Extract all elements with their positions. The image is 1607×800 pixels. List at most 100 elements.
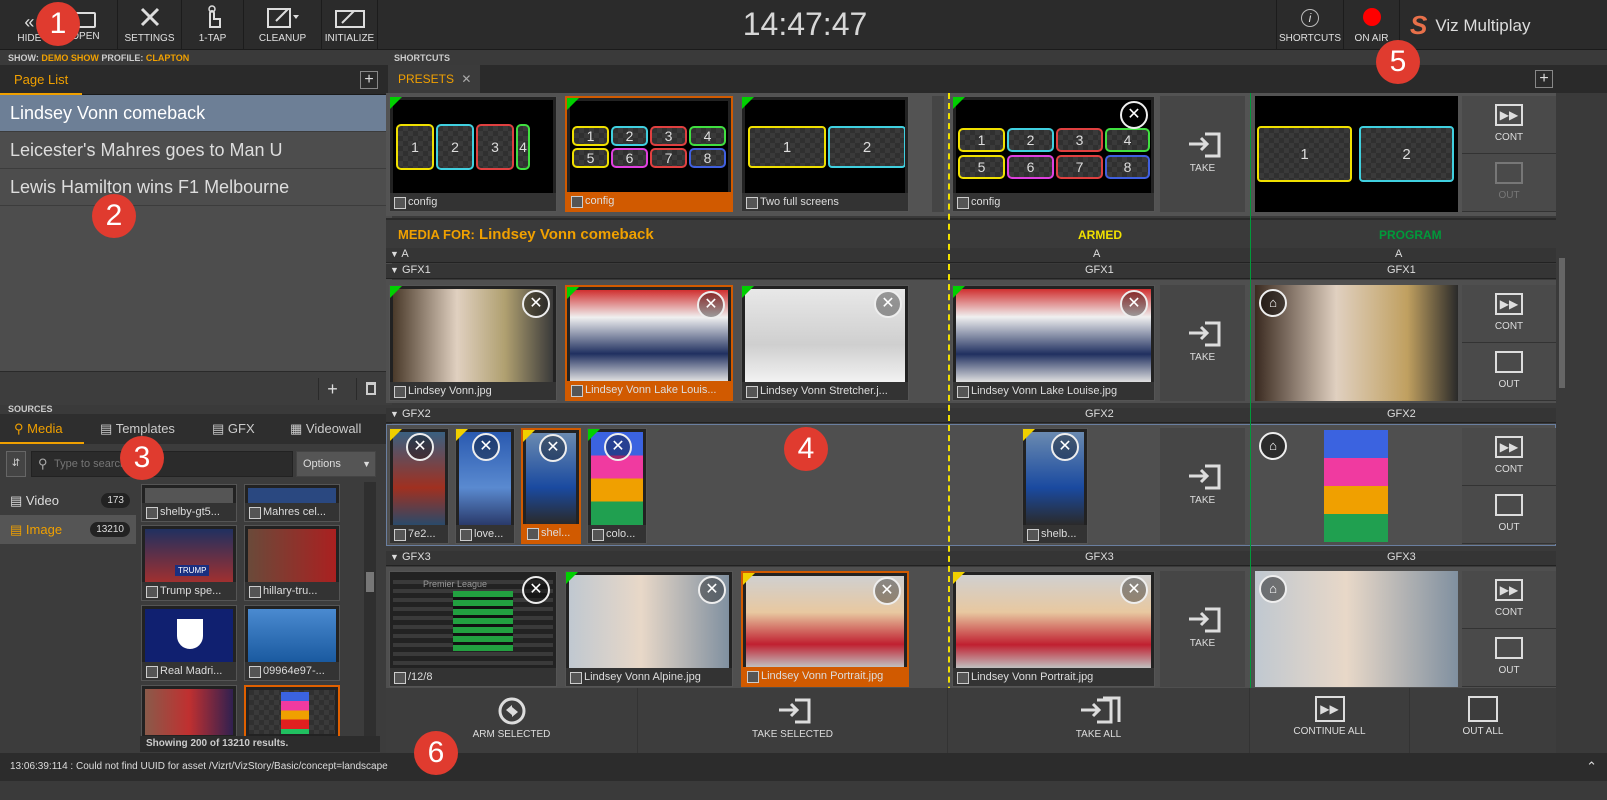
category-video[interactable]: ▤ Video 173 <box>0 486 136 515</box>
delete-button[interactable] <box>356 378 384 400</box>
page-item[interactable]: Lindsey Vonn comeback <box>0 95 392 132</box>
media-thumb[interactable]: shelby-gt5... <box>141 484 237 522</box>
close-icon[interactable]: ✕ <box>539 434 567 462</box>
take-button[interactable]: TAKE <box>1160 285 1245 401</box>
continue-button[interactable]: ▶▶ CONT <box>1462 285 1556 343</box>
media-thumb[interactable]: ✕ Lindsey Vonn.jpg <box>389 285 557 401</box>
lock-icon[interactable]: ⌂ <box>1259 289 1287 317</box>
sources-scrollbar[interactable] <box>364 482 376 736</box>
take-all-button[interactable]: TAKE ALL <box>948 688 1250 753</box>
add-tab-button[interactable]: + <box>1535 70 1553 88</box>
close-icon[interactable]: ✕ <box>1120 290 1148 318</box>
options-dropdown[interactable]: Options ▼ <box>296 451 376 477</box>
layer-a-header[interactable]: ▼ AAA <box>386 248 1556 263</box>
preset-thumb[interactable]: 1 2 Two full screens <box>741 96 909 212</box>
preset-thumb[interactable]: 1 2 3 4 config <box>389 96 557 212</box>
program-divider <box>1250 93 1251 753</box>
close-icon[interactable]: ✕ <box>698 576 726 604</box>
tab-page-list[interactable]: Page List <box>14 72 68 87</box>
continue-button[interactable]: ▶▶ CONT <box>1462 428 1556 486</box>
tab-media[interactable]: ⚲ Media <box>14 414 63 444</box>
close-icon[interactable]: ✕ <box>461 72 471 86</box>
film-icon: ▤ <box>10 493 23 508</box>
main-scrollbar[interactable] <box>1556 248 1568 688</box>
out-button[interactable]: OUT <box>1462 629 1556 687</box>
scroll-thumb[interactable] <box>1559 258 1565 388</box>
continue-button[interactable]: ▶▶ CONT <box>1462 571 1556 629</box>
armed-media[interactable]: ✕ Lindsey Vonn Portrait.jpg <box>952 571 1155 687</box>
cleanup-button[interactable]: CLEANUP <box>244 0 322 50</box>
out-button[interactable]: OUT <box>1462 343 1556 401</box>
continue-all-button[interactable]: ▶▶ CONTINUE ALL <box>1250 688 1410 753</box>
search-icon: ⚲ <box>38 456 48 471</box>
media-thumb[interactable]: hillary-tru... <box>244 525 340 601</box>
trash-icon <box>365 382 376 395</box>
status-bar: 13:06:39:114 : Could not find UUID for a… <box>0 753 1607 781</box>
close-icon[interactable]: ✕ <box>406 433 434 461</box>
lock-icon[interactable]: ⌂ <box>1259 575 1287 603</box>
sort-button[interactable]: ⇵ <box>6 451 26 477</box>
media-thumb[interactable]: ✕ Premier League/12/8 <box>389 571 557 687</box>
preset-thumb[interactable]: 1 2 3 4 5 6 7 8 config <box>565 96 733 212</box>
armed-media[interactable]: ✕ shelb... <box>1022 428 1088 544</box>
tab-presets[interactable]: PRESETS ✕ <box>388 65 480 93</box>
media-thumb[interactable]: Mahres cel... <box>244 484 340 522</box>
program-media <box>1324 430 1388 542</box>
gfx2-header[interactable]: ▼ GFX2 GFX2 GFX2 <box>386 408 1556 423</box>
gfx3-header[interactable]: ▼ GFX3 GFX3 GFX3 <box>386 551 1556 566</box>
page-item[interactable]: Lewis Hamilton wins F1 Melbourne <box>0 169 392 206</box>
close-icon[interactable]: ✕ <box>1120 101 1148 129</box>
settings-button[interactable]: SETTINGS <box>118 0 182 50</box>
media-thumb[interactable]: ✕ colo... <box>587 428 647 544</box>
close-icon[interactable]: ✕ <box>522 290 550 318</box>
take-button[interactable]: TAKE <box>1160 571 1245 687</box>
media-thumb[interactable]: Real Madri... <box>141 605 237 681</box>
tab-gfx[interactable]: ▤ GFX <box>212 414 255 444</box>
take-selected-button[interactable]: TAKE SELECTED <box>638 688 948 753</box>
close-icon[interactable]: ✕ <box>697 291 725 319</box>
presets-scrollbar[interactable] <box>932 96 944 212</box>
scroll-thumb[interactable] <box>366 572 374 592</box>
close-icon[interactable]: ✕ <box>873 577 901 605</box>
one-tap-button[interactable]: 1-TAP <box>182 0 244 50</box>
category-image[interactable]: ▤ Image 13210 <box>0 515 136 544</box>
close-icon[interactable]: ✕ <box>522 576 550 604</box>
tools-icon <box>140 7 159 27</box>
armed-preset[interactable]: ✕ 1 2 3 4 5 6 7 8 config <box>952 96 1155 212</box>
tab-videowall[interactable]: ▦ Videowall <box>290 414 361 444</box>
status-flag <box>742 97 754 109</box>
media-thumb[interactable]: ✕ 7e2... <box>389 428 449 544</box>
media-thumb[interactable]: ✕ Lindsey Vonn Stretcher.j... <box>741 285 909 401</box>
chevrons-up-icon[interactable]: ⌃ <box>1586 753 1597 781</box>
add-item-button[interactable]: + <box>318 378 346 400</box>
media-thumb[interactable]: ✕ love... <box>455 428 515 544</box>
lock-icon[interactable]: ⌂ <box>1259 432 1287 460</box>
media-thumb[interactable] <box>141 685 237 739</box>
close-icon[interactable]: ✕ <box>874 290 902 318</box>
page-item[interactable]: Leicester's Mahres goes to Man U <box>0 132 392 169</box>
out-button[interactable]: OUT <box>1462 486 1556 544</box>
media-thumb[interactable]: ✕ shel... <box>521 428 581 544</box>
media-thumb[interactable]: ✕ Lindsey Vonn Portrait.jpg <box>741 571 909 687</box>
gfx1-header[interactable]: ▼ GFX1 GFX1 GFX1 <box>386 264 1556 279</box>
close-icon[interactable]: ✕ <box>472 433 500 461</box>
continue-button[interactable]: ▶▶ CONT <box>1462 96 1556 154</box>
out-button[interactable]: OUT <box>1462 154 1556 212</box>
add-page-button[interactable]: + <box>360 71 378 89</box>
media-thumb[interactable]: ✕ Lindsey Vonn Lake Louis... <box>565 285 733 401</box>
media-thumb[interactable] <box>244 685 340 739</box>
out-all-button[interactable]: OUT ALL <box>1410 688 1556 753</box>
media-thumb[interactable]: ✕ Lindsey Vonn Alpine.jpg <box>565 571 733 687</box>
close-icon[interactable]: ✕ <box>1120 576 1148 604</box>
status-flag <box>1023 429 1035 441</box>
close-icon[interactable]: ✕ <box>604 433 632 461</box>
media-thumb[interactable]: TRUMP Trump spe... <box>141 525 237 601</box>
initialize-button[interactable]: INITIALIZE <box>322 0 378 50</box>
media-thumb[interactable]: 09964e97-... <box>244 605 340 681</box>
take-button[interactable]: TAKE <box>1160 428 1245 544</box>
armed-media[interactable]: ✕ Lindsey Vonn Lake Louise.jpg <box>952 285 1155 401</box>
status-flag <box>567 287 579 299</box>
shortcuts-button[interactable]: i SHORTCUTS <box>1276 0 1344 50</box>
take-button[interactable]: TAKE <box>1160 96 1245 212</box>
close-icon[interactable]: ✕ <box>1051 433 1079 461</box>
